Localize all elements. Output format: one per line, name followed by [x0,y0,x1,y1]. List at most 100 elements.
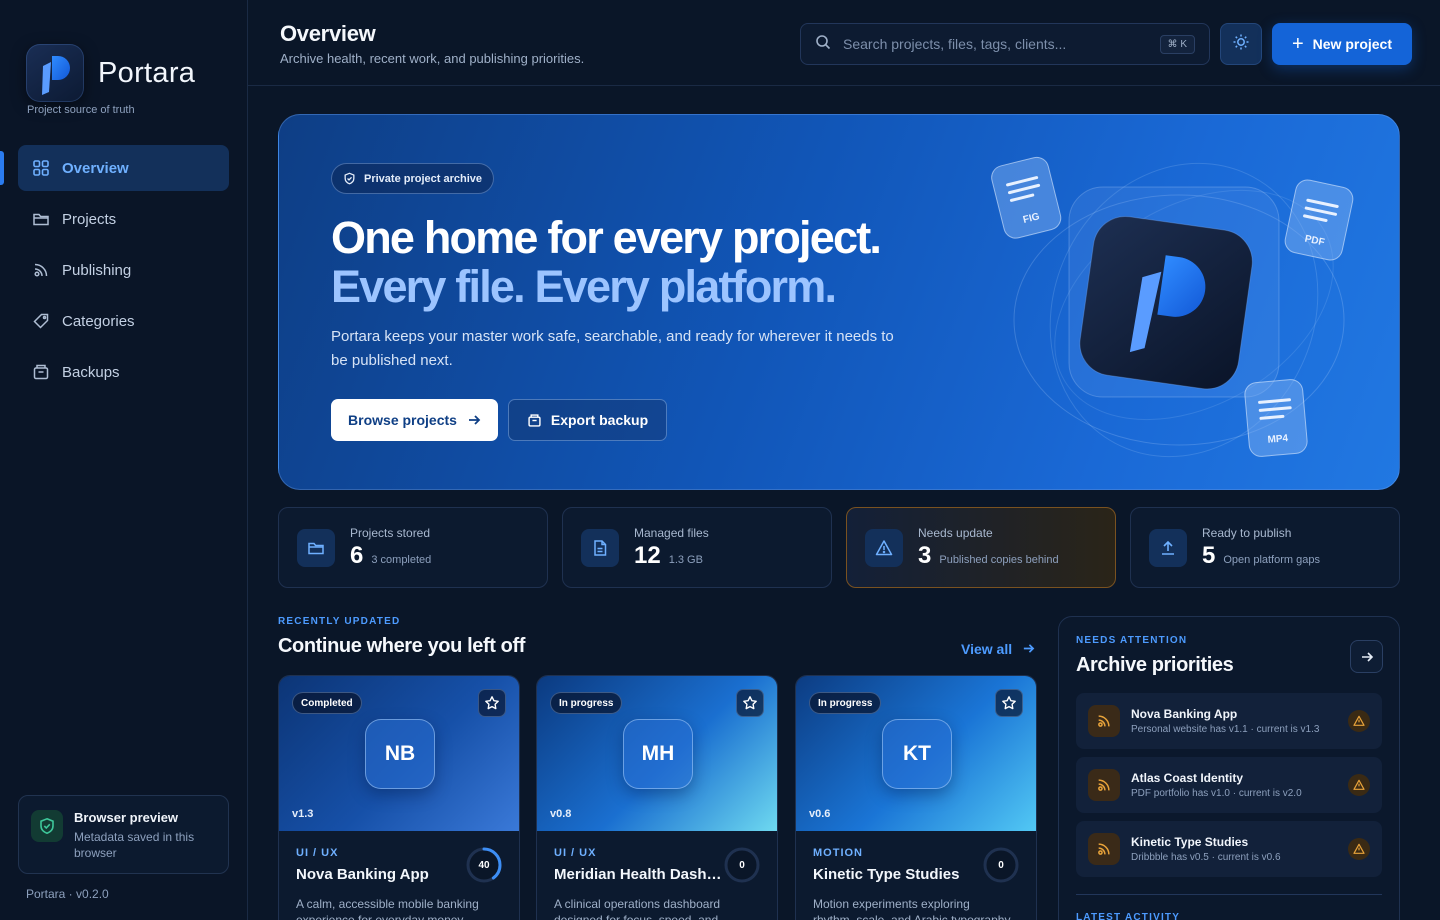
sidebar-nav: Overview Projects Publishing Categories … [0,145,229,400]
sidebar-item-label: Categories [62,312,135,330]
shield-icon [344,172,355,185]
project-card[interactable]: Completed NB v1.3 UI / UX Nova Banking A… [278,675,520,920]
priority-title: Atlas Coast Identity [1131,771,1244,785]
project-description: A calm, accessible mobile banking experi… [296,897,479,920]
sidebar-item-label: Publishing [62,261,132,279]
project-initials: NB [365,719,435,789]
latest-activity-kicker: LATEST ACTIVITY [1076,912,1181,920]
project-name: Meridian Health Dashboard [554,866,724,883]
priority-item[interactable]: Atlas Coast Identity PDF portfolio has v… [1076,757,1382,813]
project-description: Motion experiments exploring rhythm, sca… [813,897,1011,920]
pill-label: Private project archive [364,172,483,185]
sidebar: Portara Project source of truth Overview… [0,0,248,920]
export-backup-button[interactable]: Export backup [508,399,667,441]
archive-box-icon [528,413,541,427]
theme-toggle-button[interactable] [1220,23,1262,65]
stat-value: 3 [918,541,932,569]
project-version: v0.8 [550,808,572,820]
stat-sub: 3 completed [371,553,432,566]
stat-label: Ready to publish [1202,525,1292,540]
sidebar-item-label: Projects [62,210,117,228]
stat-label: Managed files [634,525,709,540]
star-icon[interactable] [995,689,1023,717]
project-card[interactable]: In progress KT v0.6 MOTION Kinetic Type … [795,675,1037,920]
file-icon [581,528,619,567]
attention-kicker: NEEDS ATTENTION [1076,635,1188,646]
star-icon[interactable] [736,689,764,717]
view-all-link[interactable]: View all [961,641,1035,657]
stat-value: 6 [350,541,364,569]
stat-sub: Published copies behind [939,553,1059,566]
plus-icon: + [1291,33,1304,55]
status-badge: In progress [550,692,623,714]
stat-managed-files[interactable]: Managed files 12 1.3 GB [562,507,832,588]
project-category: UI / UX [554,847,597,859]
tag-icon [32,312,50,330]
publish-icon [1088,833,1120,865]
page-title: Overview [280,21,376,46]
stat-projects-stored[interactable]: Projects stored 6 3 completed [278,507,548,588]
portara-logo-icon [26,44,84,102]
sidebar-item-backups[interactable]: Backups [18,349,229,395]
stat-sub: 1.3 GB [668,553,703,566]
sidebar-item-publishing[interactable]: Publishing [18,247,229,293]
file-tag-mp4: MP4 [1267,433,1289,446]
open-priorities-button[interactable] [1350,640,1383,673]
hero-body: Portara keeps your master work safe, sea… [331,328,894,369]
progress-value: 40 [478,859,490,871]
project-version: v1.3 [292,808,314,820]
hero-banner: Private project archive One home for eve… [278,114,1400,490]
stat-needs-update[interactable]: Needs update 3 Published copies behind [846,507,1116,588]
search-input[interactable]: Search projects, files, tags, clients...… [800,23,1210,65]
star-icon[interactable] [478,689,506,717]
sidebar-item-label: Overview [62,159,129,177]
warning-icon [1348,774,1370,796]
page-subtitle: Archive health, recent work, and publish… [280,51,585,66]
stat-value: 5 [1202,541,1216,569]
archive-pill: Private project archive [331,163,495,194]
app-version: Portara · v0.2.0 [26,887,109,901]
project-version: v0.6 [809,808,831,820]
arrow-right-icon [1023,644,1035,653]
priority-item[interactable]: Kinetic Type Studies Dribbble has v0.5 ·… [1076,821,1382,877]
status-badge: Completed [292,692,362,714]
brand[interactable]: Portara [26,44,195,102]
folder-icon [297,528,335,567]
sidebar-item-overview[interactable]: Overview [0,145,229,191]
grid-icon [32,159,50,177]
hero-headline-accent: Every file. Every platform. [331,261,837,312]
priority-title: Kinetic Type Studies [1131,835,1249,849]
new-project-button[interactable]: + New project [1272,23,1412,65]
sidebar-item-categories[interactable]: Categories [18,298,229,344]
stat-label: Needs update [918,525,993,540]
progress-ring: 0 [723,846,761,884]
publish-icon [32,261,50,279]
view-all-label: View all [961,641,1013,657]
progress-ring: 40 [465,846,503,884]
archive-box-icon [32,363,50,381]
sidebar-item-projects[interactable]: Projects [18,196,229,242]
priority-title: Nova Banking App [1131,707,1238,721]
preview-subtitle: Metadata saved in this browser [74,830,195,860]
warning-icon [865,528,903,567]
priority-detail: Dribbble has v0.5 · current is v0.6 [1131,852,1281,863]
recent-title: Continue where you left off [278,635,525,657]
project-initials: MH [623,719,693,789]
hero-illustration: FIG PDF MP4 [979,115,1399,489]
folder-icon [32,210,50,228]
sun-icon [1232,33,1250,56]
project-description: A clinical operations dashboard designed… [554,897,721,920]
priority-item[interactable]: Nova Banking App Personal website has v1… [1076,693,1382,749]
top-header: Overview Archive health, recent work, an… [248,0,1440,86]
stat-value: 12 [634,541,661,569]
stat-ready-to-publish[interactable]: Ready to publish 5 Open platform gaps [1130,507,1400,588]
warning-icon [1348,838,1370,860]
warning-icon [1348,710,1370,732]
project-card[interactable]: In progress MH v0.8 UI / UX Meridian Hea… [536,675,778,920]
brand-name: Portara [98,56,196,89]
arrow-right-icon [1361,651,1373,662]
browse-projects-button[interactable]: Browse projects [331,399,498,441]
progress-ring: 0 [982,846,1020,884]
preview-title: Browser preview [74,810,179,825]
browser-preview-card: Browser preview Metadata saved in this b… [18,795,229,874]
